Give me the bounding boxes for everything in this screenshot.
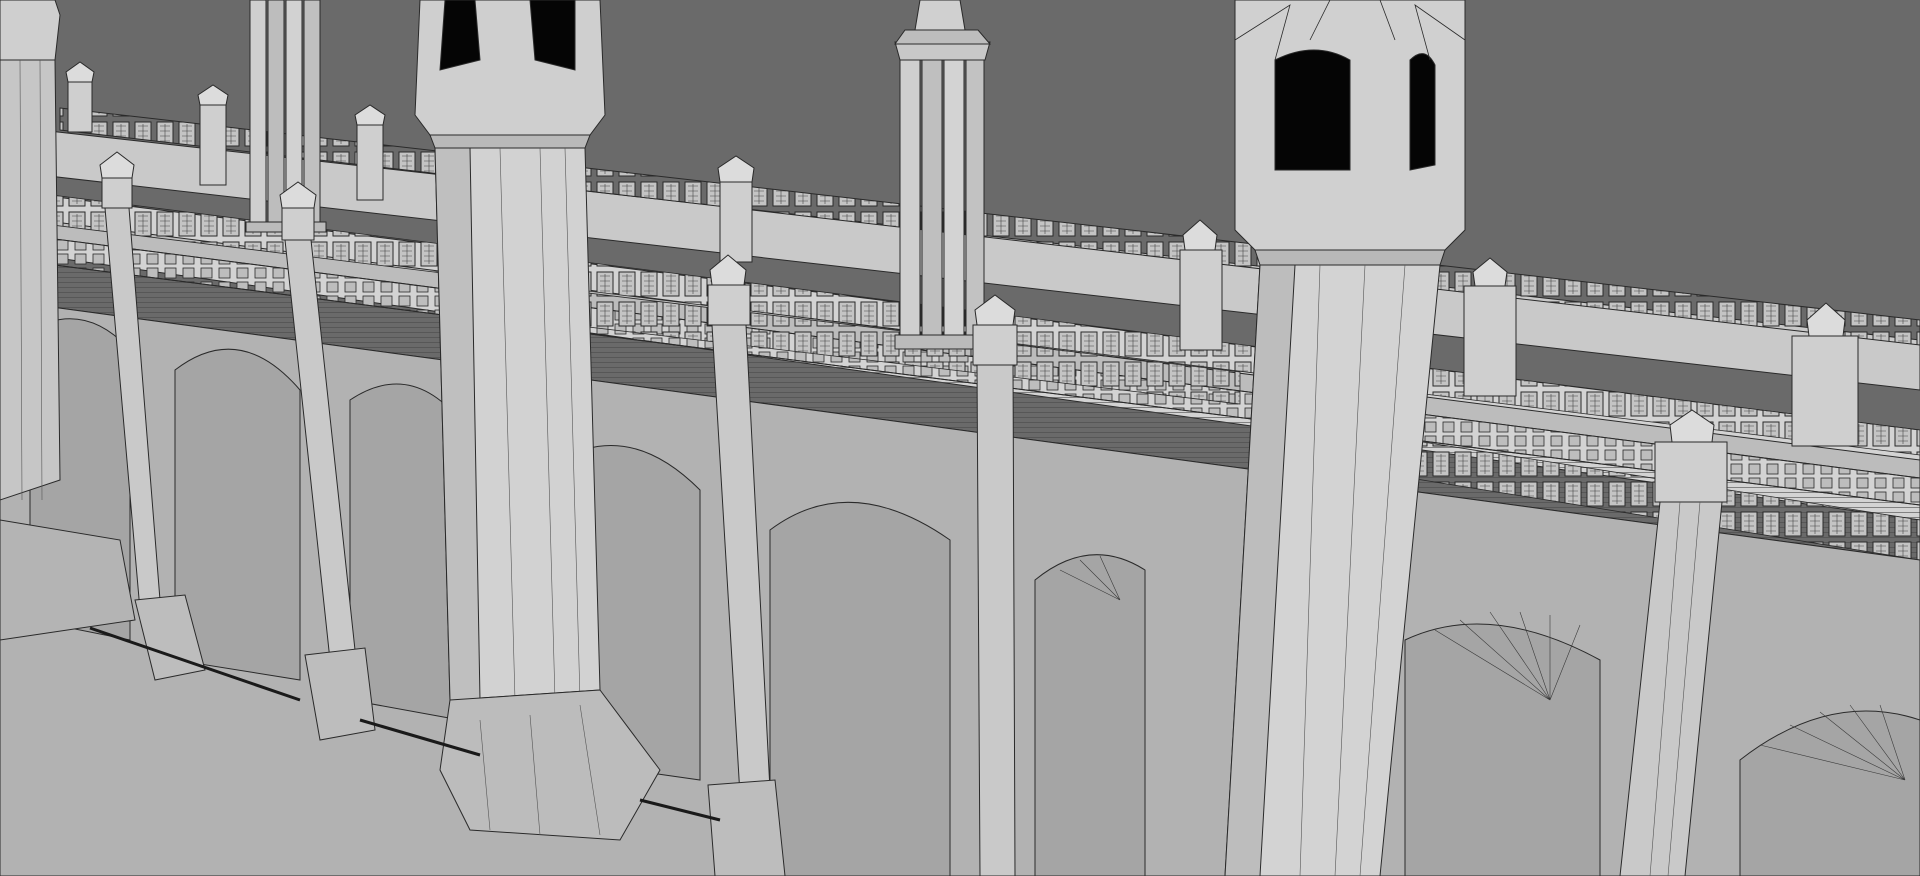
spire-5 xyxy=(1179,219,1223,351)
3d-viewport[interactable] xyxy=(0,0,1920,876)
column-cluster-center[interactable] xyxy=(894,0,992,350)
spire-2 xyxy=(197,84,229,186)
bridge-model[interactable] xyxy=(0,0,1920,876)
arch-6 xyxy=(1034,554,1146,876)
arch-7 xyxy=(1404,623,1601,876)
spire-1 xyxy=(65,61,95,133)
column-d xyxy=(972,294,1018,876)
arch-5 xyxy=(769,501,951,876)
spire-3 xyxy=(354,104,386,201)
spire-4 xyxy=(717,155,755,263)
